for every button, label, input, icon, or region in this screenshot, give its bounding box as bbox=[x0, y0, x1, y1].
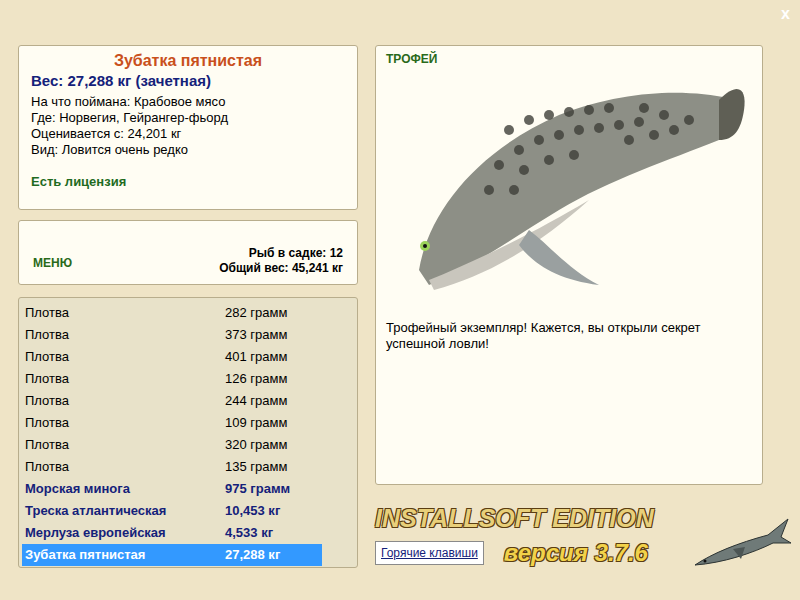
fish-weight: Вес: 27,288 кг (зачетная) bbox=[31, 71, 345, 91]
fish-detail: На что поймана: Крабовое мясо bbox=[31, 94, 345, 110]
catch-list: Плотва282 граммПлотва373 граммПлотва401 … bbox=[18, 297, 358, 568]
trophy-label: ТРОФЕЙ bbox=[386, 50, 752, 68]
catch-row[interactable]: Плотва320 грамм bbox=[22, 434, 322, 456]
catch-row[interactable]: Треска атлантическая10,453 кг bbox=[22, 500, 322, 522]
fish-count: Рыб в садке: 12 bbox=[219, 246, 343, 261]
catch-row[interactable]: Плотва373 грамм bbox=[22, 324, 322, 346]
logo-version: версия 3.7.6 bbox=[504, 535, 648, 571]
catch-row[interactable]: Морская минога975 грамм bbox=[22, 478, 322, 500]
catch-row[interactable]: Плотва244 грамм bbox=[22, 390, 322, 412]
catch-row[interactable]: Плотва135 грамм bbox=[22, 456, 322, 478]
game-window: x Зубатка пятнистаяВес: 27,288 кг (зачетн… bbox=[0, 0, 800, 600]
catch-row[interactable]: Мерлуза европейская4,533 кг bbox=[22, 522, 322, 544]
trophy-panel: ТРОФЕЙ Трофейный экземпляр! Кажется, вы о… bbox=[375, 45, 763, 485]
catch-row[interactable]: Плотва401 грамм bbox=[22, 346, 322, 368]
catch-row[interactable]: Плотва282 грамм bbox=[22, 302, 322, 324]
total-weight: Общий вес: 45,241 кг bbox=[219, 261, 343, 276]
menu-panel: МЕНЮ Рыб в садке: 12Общий вес: 45,241 кг bbox=[18, 220, 358, 285]
fish-info-panel: Зубатка пятнистаяВес: 27,288 кг (зачетна… bbox=[18, 45, 358, 210]
sturgeon-icon bbox=[693, 513, 793, 573]
fish-title: Зубатка пятнистая bbox=[31, 51, 345, 71]
license-status: Есть лицензия bbox=[31, 174, 345, 190]
catch-row[interactable]: Зубатка пятнистая27,288 кг bbox=[22, 544, 322, 566]
logo-title: INSTALLSOFT EDITION bbox=[375, 503, 654, 533]
catch-row[interactable]: Плотва126 грамм bbox=[22, 368, 322, 390]
catch-row[interactable]: Плотва109 грамм bbox=[22, 412, 322, 434]
trophy-fish-photo bbox=[389, 70, 749, 300]
trophy-message: Трофейный экземпляр! Кажется, вы открыли… bbox=[386, 320, 752, 352]
hotkeys-button[interactable]: Горячие клавиши bbox=[375, 541, 484, 565]
fish-detail: Где: Норвегия, Гейрангер-фьорд bbox=[31, 110, 345, 126]
menu-label[interactable]: МЕНЮ bbox=[33, 254, 72, 272]
fish-detail: Вид: Ловится очень редко bbox=[31, 142, 345, 158]
close-button[interactable]: x bbox=[781, 6, 790, 22]
fish-detail: Оценивается с: 24,201 кг bbox=[31, 126, 345, 142]
